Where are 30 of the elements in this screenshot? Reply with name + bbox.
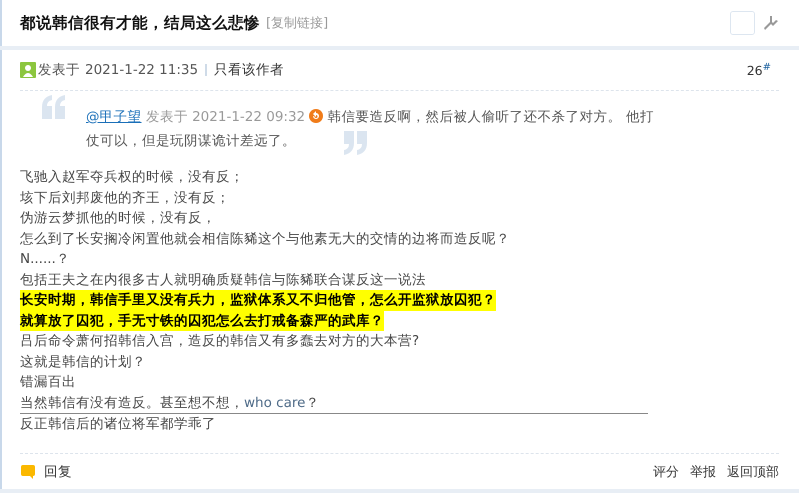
checkbox[interactable] <box>730 11 755 35</box>
user-link[interactable]: @甲子望 <box>86 109 142 125</box>
body-text: 飞驰入赵军夺兵权的时候，没有反； <box>20 168 245 187</box>
body-text: 包括王夫之在内很多古人就明确质疑韩信与陈豨联合谋反这一说法 <box>20 270 427 290</box>
highlighted-text: 长安时期，韩信手里又没有兵力，监狱体系又不归他管，怎么开监狱放囚犯？ <box>20 290 496 310</box>
close-quote-icon <box>342 131 370 155</box>
posted-label: 发表于 <box>38 61 80 79</box>
avatar-icon <box>20 62 36 78</box>
body-text: 怎么到了长安搁冷闲置他就会相信陈豨这个与他素无大的交情的边将而造反呢？ <box>20 230 511 248</box>
wrench-icon[interactable] <box>763 15 779 31</box>
highlighted-text: 就算放了囚犯，手无寸铁的囚犯怎么去打戒备森严的武库？ <box>20 310 384 331</box>
floor-number: 26$^{#}$ <box>746 62 771 78</box>
speech-bubble-icon[interactable] <box>20 464 36 480</box>
quoted-reply-text: @甲子望 发表于 2021-1-22 09:32 韩信要造反啊，然后被人偷听了还不杀了对方。 他打仗可以，但是玩阴谋诡计差远了。 <box>86 105 656 155</box>
body-text: 错漏百出 <box>20 373 77 392</box>
thread-title: 都说韩信很有才能，结局这么悲惨 <box>20 12 260 34</box>
body-text: N......？ <box>20 250 71 269</box>
post-time: 2021-1-22 11:35 <box>85 62 198 78</box>
body-text: 反正韩信后的诸位将军都学乖了 <box>20 415 217 434</box>
body-text: 伪游云梦抓他的时候，没有反， <box>20 209 217 228</box>
body-text: 当然韩信有没有造反。甚至想不想，who care？ <box>20 394 320 412</box>
reply-link[interactable]: 回复 <box>44 462 72 480</box>
footer-link[interactable]: 举报 <box>690 462 716 480</box>
footer-link[interactable]: 评分 <box>653 462 679 480</box>
open-quote-icon <box>40 95 68 119</box>
body-text: 这就是韩信的计划？ <box>20 352 147 372</box>
footer-link[interactable]: 返回顶部 <box>727 462 779 480</box>
body-text: 吕后命令萧何招韩信入宫，造反的韩信又有多蠢去对方的大本营? <box>20 332 420 351</box>
author-only-link[interactable]: 只看该作者 <box>214 61 284 79</box>
body-text: 垓下后刘邦废他的齐王，没有反； <box>20 188 231 208</box>
